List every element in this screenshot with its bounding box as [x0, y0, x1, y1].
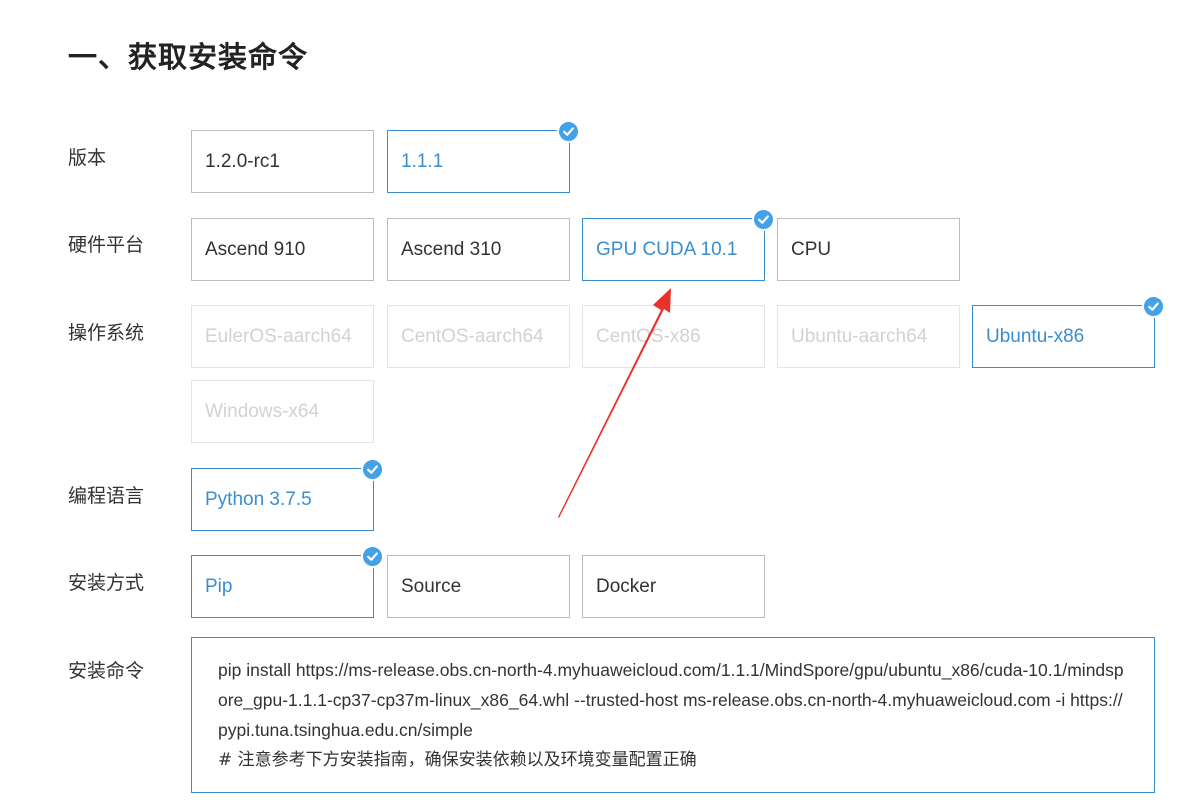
- hardware-label: 硬件平台: [68, 234, 145, 256]
- hardware-option-ascend-310[interactable]: Ascend 310: [387, 218, 570, 281]
- os-option-ubuntu-x86[interactable]: Ubuntu-x86: [972, 295, 1165, 368]
- os-option-windows-x64: Windows-x64: [191, 380, 374, 443]
- version-option-1-1-1[interactable]: 1.1.1: [387, 120, 580, 193]
- check-icon: [557, 120, 580, 143]
- install-command-comment: # 注意参考下方安装指南，确保安装依赖以及环境变量配置正确: [218, 750, 697, 770]
- command-label: 安装命令: [68, 660, 145, 682]
- hardware-option-ascend-910[interactable]: Ascend 910: [191, 218, 374, 281]
- version-label: 版本: [68, 147, 107, 169]
- check-icon: [361, 458, 384, 481]
- install-command-text[interactable]: pip install https://ms-release.obs.cn-no…: [218, 660, 1124, 740]
- section-title: 一、获取安装命令: [68, 40, 309, 74]
- install-method-label: 安装方式: [68, 572, 145, 594]
- hardware-option-cpu[interactable]: CPU: [777, 218, 960, 281]
- language-option-python-3-7-5[interactable]: Python 3.7.5: [191, 458, 384, 531]
- os-option-ubuntu-aarch64: Ubuntu-aarch64: [777, 305, 960, 368]
- version-option-1-2-0-rc1[interactable]: 1.2.0-rc1: [191, 130, 374, 193]
- os-option-centos-x86: CentOS-x86: [582, 305, 765, 368]
- install-method-option-source[interactable]: Source: [387, 555, 570, 618]
- check-icon: [1142, 295, 1165, 318]
- os-option-euleros-aarch64: EulerOS-aarch64: [191, 305, 374, 368]
- os-option-centos-aarch64: CentOS-aarch64: [387, 305, 570, 368]
- hardware-option-gpu-cuda-10-1[interactable]: GPU CUDA 10.1: [582, 208, 775, 281]
- os-label: 操作系统: [68, 322, 145, 344]
- check-icon: [361, 545, 384, 568]
- check-icon: [752, 208, 775, 231]
- install-command-box[interactable]: pip install https://ms-release.obs.cn-no…: [191, 637, 1155, 793]
- language-label: 编程语言: [68, 485, 145, 507]
- install-method-option-docker[interactable]: Docker: [582, 555, 765, 618]
- install-method-option-pip[interactable]: Pip: [191, 545, 384, 618]
